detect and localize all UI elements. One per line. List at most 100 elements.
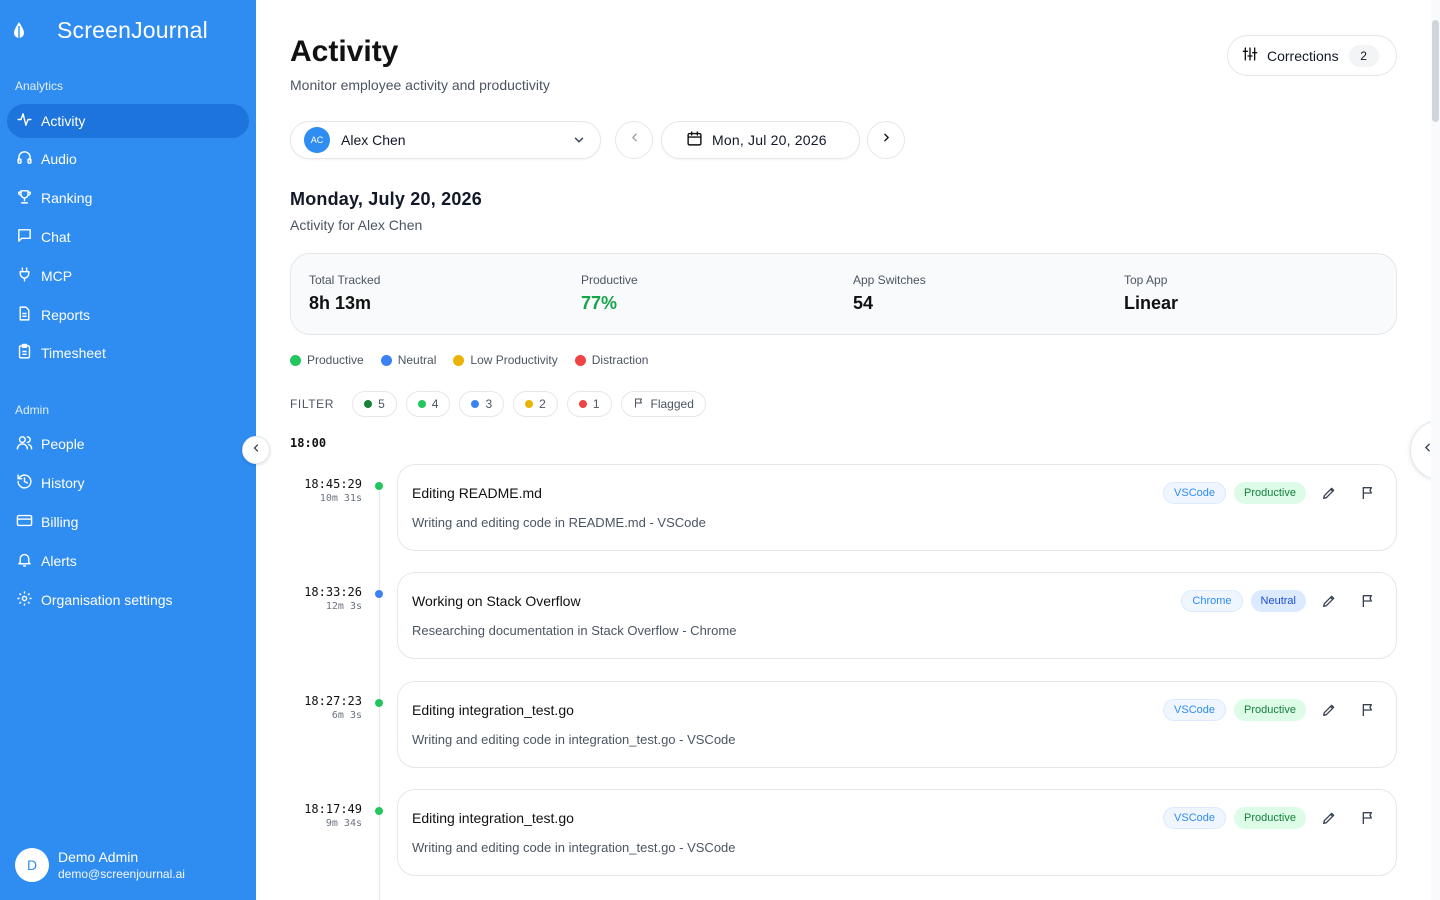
employee-select[interactable]: AC Alex Chen: [290, 121, 601, 159]
flag-icon[interactable]: [1360, 810, 1376, 831]
history-icon: [16, 473, 33, 493]
hour-label: 18:00: [290, 436, 327, 450]
entry-duration: 12m 3s: [325, 601, 362, 612]
filter-label: FILTER: [290, 397, 335, 411]
edit-icon[interactable]: [1321, 485, 1337, 506]
sidebar-item-mcp[interactable]: MCP: [7, 259, 249, 293]
sidebar-item-label: Alerts: [41, 553, 77, 569]
filter-chip-2[interactable]: 2: [513, 391, 558, 417]
stat-productive: Productive 77%: [581, 273, 638, 314]
stat-value: Linear: [1124, 293, 1179, 313]
filter-chip-flagged[interactable]: Flagged: [620, 391, 706, 417]
chevron-left-icon: [628, 131, 641, 149]
chat-icon: [16, 227, 33, 247]
filter-chip-value: 4: [431, 397, 439, 411]
sidebar-item-timesheet[interactable]: Timesheet: [7, 336, 249, 370]
sidebar-item-ranking[interactable]: Ranking: [7, 181, 249, 215]
entry-description: Writing and editing code in README.md - …: [412, 515, 706, 530]
productivity-legend: Productive Neutral Low Productivity Dist…: [290, 353, 665, 367]
sidebar-item-reports[interactable]: Reports: [7, 298, 249, 332]
flag-icon[interactable]: [1360, 593, 1376, 614]
flag-icon[interactable]: [1360, 485, 1376, 506]
category-badge: Productive: [1234, 807, 1306, 829]
stat-top-app: Top App Linear: [1124, 273, 1178, 314]
filter-chip-3[interactable]: 3: [459, 391, 505, 417]
activity-card[interactable]: Editing integration_test.go Writing and …: [397, 681, 1397, 768]
sidebar-item-people[interactable]: People: [7, 427, 249, 461]
activity-card[interactable]: Editing integration_test.go Writing and …: [397, 789, 1397, 876]
legend-label: Low Productivity: [470, 353, 558, 367]
activity-card[interactable]: Editing README.md Writing and editing co…: [397, 464, 1397, 551]
stat-value: 54: [853, 293, 874, 313]
category-badge: Productive: [1234, 699, 1306, 721]
corrections-button[interactable]: Corrections 2: [1227, 35, 1397, 76]
filter-chip-value: 3: [485, 397, 493, 411]
chevron-right-icon: [880, 131, 893, 149]
main-content: Activity Monitor employee activity and p…: [256, 0, 1440, 900]
filter-chip-value: 1: [592, 397, 600, 411]
sliders-icon: [1242, 46, 1258, 65]
filter-chip-5[interactable]: 5: [352, 391, 397, 417]
avatar: D: [15, 848, 49, 882]
sidebar-item-label: History: [41, 475, 85, 491]
flag-icon[interactable]: [1360, 702, 1376, 723]
gear-icon: [16, 590, 33, 610]
section-label-analytics: Analytics: [15, 79, 64, 93]
report-icon: [16, 305, 33, 325]
user-card[interactable]: D Demo Admin demo@screenjournal.ai: [15, 848, 185, 882]
sidebar-item-label: Audio: [41, 151, 77, 167]
date-picker-button[interactable]: Mon, Jul 20, 2026: [661, 121, 860, 159]
edit-icon[interactable]: [1321, 593, 1337, 614]
sidebar-item-chat[interactable]: Chat: [7, 220, 249, 254]
day-heading: Monday, July 20, 2026: [290, 189, 482, 209]
chevron-left-icon: [250, 441, 262, 459]
timeline-dot: [375, 699, 383, 707]
flag-icon: [633, 397, 651, 412]
filter-row: FILTER 5 4 3 2 1 Flagged: [290, 391, 715, 417]
timeline-dot: [375, 482, 383, 490]
sidebar-item-audio[interactable]: Audio: [7, 142, 249, 176]
legend-item-neutral: Neutral: [380, 353, 437, 367]
entry-duration: 9m 34s: [325, 818, 362, 829]
filter-chip-4[interactable]: 4: [405, 391, 451, 417]
timeline-dot: [375, 807, 383, 815]
activity-entry: 18:17:49 9m 34s Editing integration_test…: [290, 789, 1397, 876]
brand[interactable]: ScreenJournal: [12, 17, 208, 44]
entry-duration: 10m 31s: [319, 493, 362, 504]
stat-label: Productive: [581, 273, 638, 287]
next-day-button[interactable]: [867, 121, 905, 159]
legend-label: Neutral: [397, 353, 437, 367]
activity-icon: [16, 111, 33, 131]
edit-icon[interactable]: [1321, 810, 1337, 831]
ink-drop-icon: [12, 20, 26, 42]
sidebar-item-alerts[interactable]: Alerts: [7, 544, 249, 578]
activity-entry: 18:33:26 12m 3s Working on Stack Overflo…: [290, 572, 1397, 659]
selected-date: Mon, Jul 20, 2026: [712, 132, 827, 148]
sidebar-item-activity[interactable]: Activity: [7, 104, 249, 138]
activity-card[interactable]: Working on Stack Overflow Researching do…: [397, 572, 1397, 659]
previous-day-button[interactable]: [615, 121, 653, 159]
sidebar-item-label: Chat: [41, 229, 71, 245]
clipboard-icon: [16, 343, 33, 363]
scrollbar-thumb[interactable]: [1432, 20, 1439, 122]
edit-icon[interactable]: [1321, 702, 1337, 723]
sidebar-item-history[interactable]: History: [7, 466, 249, 500]
sidebar-item-billing[interactable]: Billing: [7, 505, 249, 539]
filter-chip-label: Flagged: [650, 397, 694, 411]
legend-item-distraction: Distraction: [574, 353, 648, 367]
sidebar-item-label: MCP: [41, 268, 73, 284]
scrollbar-track[interactable]: [1431, 0, 1440, 900]
legend-item-productive: Productive: [290, 353, 364, 367]
entry-description: Researching documentation in Stack Overf…: [412, 623, 737, 638]
plug-icon: [16, 266, 33, 286]
filter-chip-1[interactable]: 1: [566, 391, 612, 417]
sidebar-item-label: Reports: [41, 307, 91, 323]
entry-duration: 6m 3s: [331, 710, 362, 721]
corrections-label: Corrections: [1267, 47, 1339, 64]
collapse-sidebar-button[interactable]: [242, 436, 270, 464]
stat-value: 77%: [581, 293, 618, 313]
sidebar-item-label: Billing: [41, 514, 79, 530]
sidebar-item-organisation-settings[interactable]: Organisation settings: [7, 583, 249, 617]
app-badge: VSCode: [1163, 699, 1227, 721]
entry-title: Editing integration_test.go: [412, 810, 574, 826]
